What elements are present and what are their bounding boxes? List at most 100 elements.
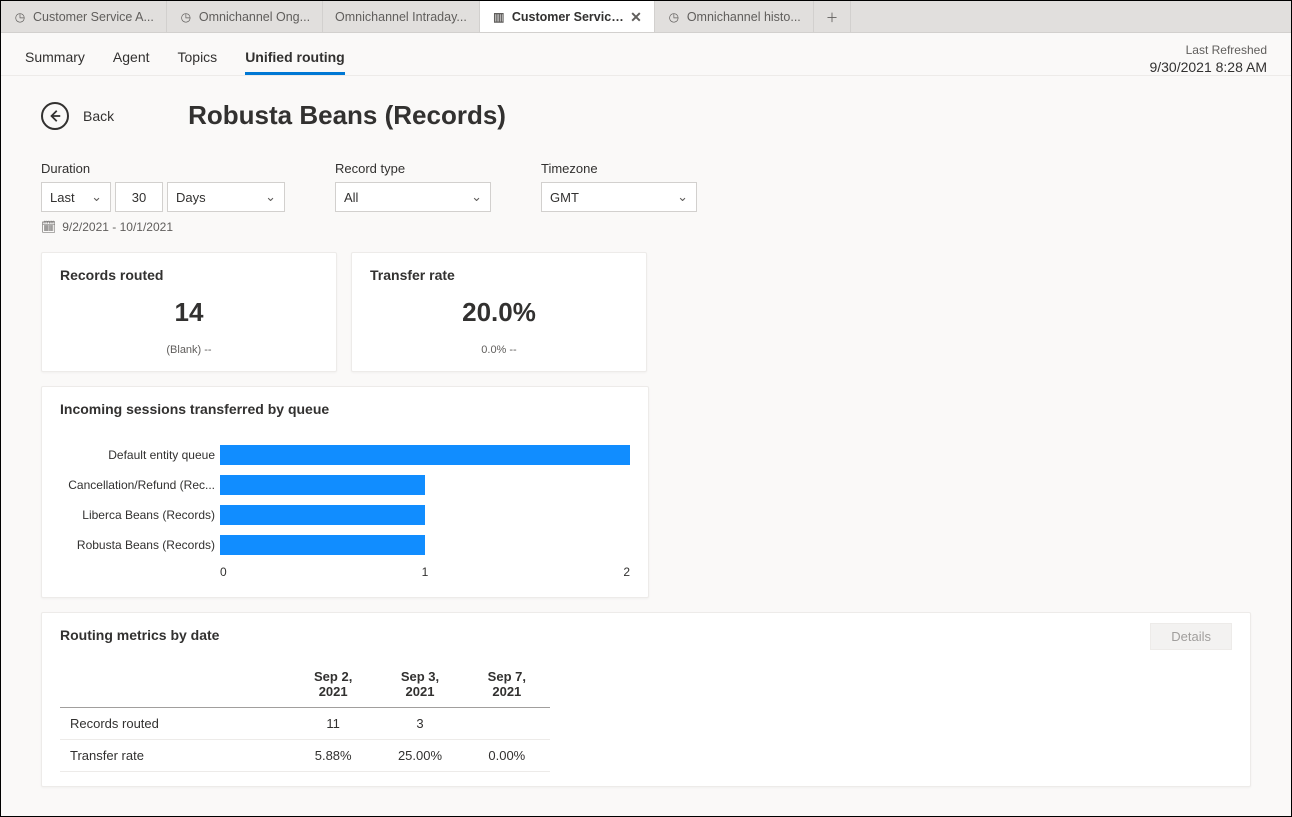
- kpi-row: Records routed 14 (Blank) -- Transfer ra…: [41, 252, 1267, 372]
- subnav-summary[interactable]: Summary: [25, 43, 85, 75]
- timezone-dropdown[interactable]: GMT ⌄: [541, 182, 697, 212]
- kpi-sub: (Blank) --: [60, 344, 318, 356]
- axis-tick: 0: [220, 565, 227, 579]
- chart-title: Incoming sessions transferred by queue: [60, 401, 630, 417]
- bar-row: Cancellation/Refund (Rec...: [220, 475, 630, 495]
- back-label: Back: [83, 108, 114, 124]
- kpi-title: Transfer rate: [370, 267, 628, 283]
- filter-label: Timezone: [541, 161, 697, 176]
- cell-value: 11: [290, 708, 376, 740]
- bar-label: Cancellation/Refund (Rec...: [60, 478, 215, 492]
- tab-omnichannel-histo[interactable]: ◷ Omnichannel histo...: [655, 1, 814, 32]
- tab-customer-service-historic[interactable]: ▥ Customer Service historic... ✕: [480, 1, 655, 32]
- plus-icon: ＋: [826, 7, 839, 26]
- subnav-bar: Summary Agent Topics Unified routing Las…: [1, 33, 1291, 76]
- bar-fill[interactable]: [220, 445, 630, 465]
- table-column-header: Sep 2, 2021: [290, 661, 376, 708]
- table-row: Records routed113: [60, 708, 550, 740]
- row-label: Transfer rate: [60, 740, 290, 772]
- bar-label: Robusta Beans (Records): [60, 538, 215, 552]
- tab-customer-service-a[interactable]: ◷ Customer Service A...: [1, 1, 167, 32]
- tab-label: Omnichannel Ong...: [199, 10, 310, 24]
- chevron-down-icon: ⌄: [677, 189, 688, 205]
- filter-label: Duration: [41, 161, 285, 176]
- table-header-row: Sep 2, 2021Sep 3, 2021Sep 7, 2021: [60, 661, 550, 708]
- record-type-dropdown[interactable]: All ⌄: [335, 182, 491, 212]
- duration-mode-dropdown[interactable]: Last ⌄: [41, 182, 111, 212]
- window-tabbar: ◷ Customer Service A... ◷ Omnichannel On…: [1, 1, 1291, 33]
- tab-label: Omnichannel Intraday...: [335, 10, 467, 24]
- date-range-text: 9/2/2021 - 10/1/2021: [62, 220, 173, 234]
- subnav-agent[interactable]: Agent: [113, 43, 150, 75]
- clock-icon: ◷: [13, 10, 27, 24]
- bar-row: Default entity queue: [220, 445, 630, 465]
- dropdown-value: Last: [50, 190, 75, 205]
- tab-label: Customer Service historic...: [512, 10, 624, 24]
- page-title: Robusta Beans (Records): [188, 100, 506, 131]
- row-label: Records routed: [60, 708, 290, 740]
- kpi-value: 20.0%: [370, 297, 628, 328]
- dropdown-value: Days: [176, 190, 206, 205]
- tab-label: Customer Service A...: [33, 10, 154, 24]
- kpi-value: 14: [60, 297, 318, 328]
- duration-unit-dropdown[interactable]: Days ⌄: [167, 182, 285, 212]
- back-button[interactable]: [41, 102, 69, 130]
- filter-label: Record type: [335, 161, 491, 176]
- chart-body: Default entity queue Cancellation/Refund …: [60, 445, 630, 555]
- bar-label: Liberca Beans (Records): [60, 508, 215, 522]
- last-refreshed-value: 9/30/2021 8:28 AM: [1149, 59, 1267, 75]
- bar-fill[interactable]: [220, 505, 425, 525]
- details-button[interactable]: Details: [1150, 623, 1232, 650]
- axis-tick: 1: [422, 565, 429, 579]
- last-refreshed: Last Refreshed 9/30/2021 8:28 AM: [1149, 43, 1267, 75]
- chart-icon: ▥: [492, 10, 506, 24]
- chevron-down-icon: ⌄: [265, 189, 276, 205]
- cell-value: 5.88%: [290, 740, 376, 772]
- table-title: Routing metrics by date: [60, 627, 1232, 643]
- bar-fill[interactable]: [220, 475, 425, 495]
- cell-value: 0.00%: [464, 740, 550, 772]
- duration-number-input[interactable]: 30: [115, 182, 163, 212]
- dropdown-value: 30: [132, 190, 146, 205]
- kpi-records-routed: Records routed 14 (Blank) --: [41, 252, 337, 372]
- filters-row: Duration Last ⌄ 30 Days ⌄ Record type Al…: [41, 161, 1267, 212]
- arrow-left-icon: [48, 109, 62, 123]
- filter-timezone: Timezone GMT ⌄: [541, 161, 697, 212]
- bar-track: [220, 505, 630, 525]
- last-refreshed-label: Last Refreshed: [1149, 43, 1267, 57]
- chevron-down-icon: ⌄: [91, 189, 102, 205]
- kpi-sub: 0.0% --: [370, 344, 628, 356]
- bar-row: Robusta Beans (Records): [220, 535, 630, 555]
- tab-omnichannel-intraday[interactable]: Omnichannel Intraday...: [323, 1, 480, 32]
- kpi-title: Records routed: [60, 267, 318, 283]
- bar-track: [220, 535, 630, 555]
- tab-omnichannel-ong[interactable]: ◷ Omnichannel Ong...: [167, 1, 323, 32]
- kpi-transfer-rate: Transfer rate 20.0% 0.0% --: [351, 252, 647, 372]
- date-range: 🗓 9/2/2021 - 10/1/2021: [41, 220, 1267, 234]
- page-header: Back Robusta Beans (Records): [41, 100, 1267, 131]
- table-column-header: [60, 661, 290, 708]
- cell-value: [464, 708, 550, 740]
- bar-label: Default entity queue: [60, 448, 215, 462]
- chart-incoming-sessions: Incoming sessions transferred by queue D…: [41, 386, 649, 598]
- table-column-header: Sep 3, 2021: [376, 661, 463, 708]
- cell-value: 25.00%: [376, 740, 463, 772]
- routing-metrics-card: Routing metrics by date Details Sep 2, 2…: [41, 612, 1251, 787]
- bar-row: Liberca Beans (Records): [220, 505, 630, 525]
- calendar-icon: 🗓: [41, 220, 56, 234]
- table-body: Records routed113Transfer rate5.88%25.00…: [60, 708, 550, 772]
- dropdown-value: GMT: [550, 190, 579, 205]
- new-tab-button[interactable]: ＋: [814, 1, 852, 32]
- tab-label: Omnichannel histo...: [687, 10, 801, 24]
- axis-tick: 2: [623, 565, 630, 579]
- cell-value: 3: [376, 708, 463, 740]
- filter-record-type: Record type All ⌄: [335, 161, 491, 212]
- bar-track: [220, 445, 630, 465]
- table-row: Transfer rate5.88%25.00%0.00%: [60, 740, 550, 772]
- subnav-topics[interactable]: Topics: [178, 43, 218, 75]
- clock-icon: ◷: [667, 10, 681, 24]
- table-column-header: Sep 7, 2021: [464, 661, 550, 708]
- close-icon[interactable]: ✕: [630, 10, 642, 24]
- bar-fill[interactable]: [220, 535, 425, 555]
- subnav-unified-routing[interactable]: Unified routing: [245, 43, 345, 75]
